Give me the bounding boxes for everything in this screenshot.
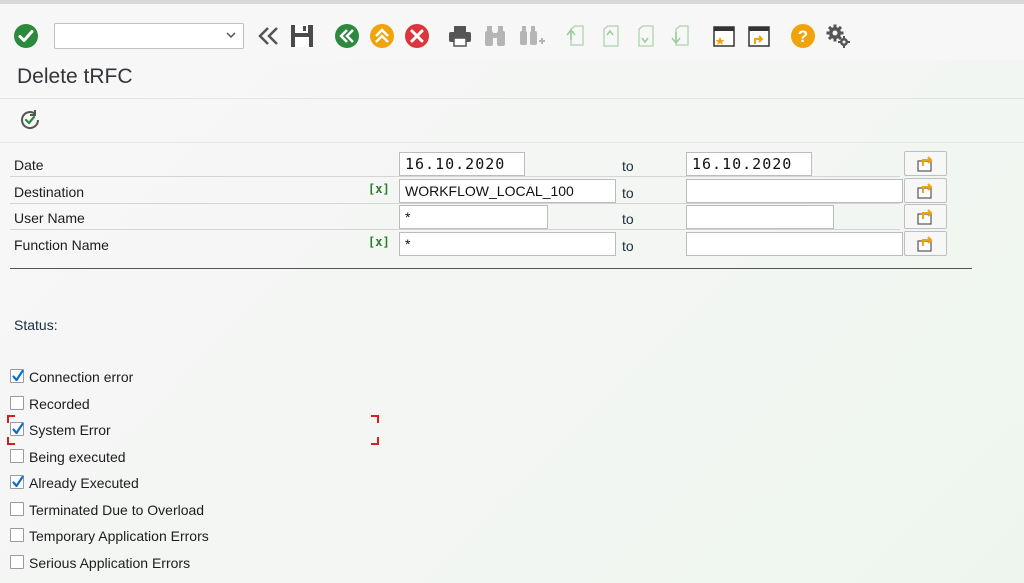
- selection-row-user-name: User Name * to: [10, 204, 972, 230]
- help-icon[interactable]: ?: [789, 22, 817, 50]
- checkbox-unchecked-icon[interactable]: [10, 501, 24, 516]
- back-double-icon[interactable]: [254, 22, 282, 50]
- find-icon[interactable]: [481, 22, 509, 50]
- first-page-icon[interactable]: [562, 22, 590, 50]
- multiple-selection-icon: [916, 155, 932, 172]
- create-session-icon[interactable]: [710, 22, 738, 50]
- execute-icon: [21, 110, 40, 129]
- multiple-selection-indicator: [x]: [368, 235, 390, 249]
- previous-page-icon[interactable]: [597, 22, 625, 50]
- multiple-selection-button[interactable]: [904, 231, 947, 256]
- multiple-selection-button[interactable]: [904, 151, 947, 176]
- checkbox-unchecked-icon[interactable]: [10, 554, 24, 569]
- command-field[interactable]: [54, 23, 244, 49]
- multiple-selection-icon: [916, 208, 932, 225]
- multiple-selection-button[interactable]: [904, 178, 947, 203]
- row-divider: [10, 176, 900, 177]
- form-divider: [0, 142, 1024, 143]
- function-name-to-input[interactable]: [686, 232, 903, 256]
- destination-to-input[interactable]: [686, 179, 903, 203]
- multiple-selection-indicator: [x]: [368, 182, 390, 196]
- checkbox-already-executed[interactable]: Already Executed: [10, 473, 310, 493]
- user-name-from-input[interactable]: *: [399, 205, 548, 229]
- checkbox-label: Serious Application Errors: [29, 554, 191, 571]
- checkbox-checked-icon[interactable]: [10, 369, 24, 383]
- to-label: to: [622, 211, 634, 227]
- last-page-icon[interactable]: [667, 22, 695, 50]
- row-divider: [10, 229, 900, 230]
- focus-marker: [371, 437, 379, 445]
- checkbox-label: Temporary Application Errors: [29, 528, 209, 544]
- user-name-to-input[interactable]: [686, 205, 834, 229]
- checkbox-connection-error[interactable]: Connection error: [10, 367, 310, 387]
- checkbox-label: Recorded: [29, 395, 90, 412]
- checkbox-terminated-due-to-overload[interactable]: Terminated Due to Overload: [10, 500, 310, 520]
- selection-row-destination: Destination [x] WORKFLOW_LOCAL_100 to: [10, 178, 972, 204]
- multiple-selection-icon: [916, 182, 932, 199]
- checkbox-unchecked-icon[interactable]: [10, 528, 24, 542]
- to-label: to: [622, 238, 634, 254]
- checkbox-label: Connection error: [29, 369, 134, 385]
- chevron-down-icon[interactable]: [225, 29, 237, 41]
- next-page-icon[interactable]: [632, 22, 660, 50]
- to-label: to: [622, 158, 634, 174]
- enter-icon[interactable]: [12, 22, 40, 50]
- checkbox-unchecked-icon[interactable]: [10, 395, 24, 410]
- multiple-selection-icon: [916, 235, 932, 252]
- date-from-input[interactable]: 16.10.2020: [399, 152, 525, 176]
- checkbox-label: System Error: [29, 422, 111, 438]
- command-input[interactable]: [59, 25, 223, 49]
- checkbox-checked-icon[interactable]: [10, 422, 24, 436]
- selection-row-function-name: Function Name [x] * to: [10, 231, 972, 257]
- focus-marker: [7, 437, 15, 445]
- find-next-icon[interactable]: [518, 22, 546, 50]
- print-icon[interactable]: [446, 22, 474, 50]
- multiple-selection-button[interactable]: [904, 204, 947, 229]
- selection-block-bottom-border: [10, 268, 972, 269]
- checkbox-serious-application-errors[interactable]: Serious Application Errors: [10, 553, 310, 573]
- selection-row-date: Date 16.10.2020 to 16.10.2020: [10, 151, 972, 177]
- save-icon[interactable]: [288, 22, 316, 50]
- checkbox-unchecked-icon[interactable]: [10, 448, 24, 463]
- function-name-from-input[interactable]: *: [399, 232, 616, 256]
- field-label: User Name: [14, 210, 85, 226]
- field-label: Function Name: [14, 237, 109, 253]
- exit-icon[interactable]: [368, 22, 396, 50]
- svg-text:?: ?: [798, 27, 808, 46]
- title-divider: [0, 98, 1024, 99]
- checkbox-system-error[interactable]: System Error: [10, 420, 310, 440]
- back-icon[interactable]: [333, 22, 361, 50]
- checkbox-label: Already Executed: [29, 475, 139, 491]
- field-label: Date: [14, 157, 44, 173]
- focus-marker: [371, 415, 379, 423]
- checkbox-checked-icon[interactable]: [10, 475, 24, 489]
- checkbox-label: Being executed: [29, 448, 126, 465]
- status-label: Status:: [14, 317, 58, 333]
- checkbox-being-executed[interactable]: Being executed: [10, 447, 310, 467]
- settings-icon[interactable]: [824, 22, 852, 50]
- to-label: to: [622, 185, 634, 201]
- checkbox-temporary-application-errors[interactable]: Temporary Application Errors: [10, 526, 310, 546]
- shortcut-icon[interactable]: [745, 22, 773, 50]
- execute-button[interactable]: [17, 107, 43, 133]
- destination-from-input[interactable]: WORKFLOW_LOCAL_100: [399, 179, 616, 203]
- page-title: Delete tRFC: [17, 65, 133, 88]
- focus-marker: [7, 415, 15, 423]
- checkbox-recorded[interactable]: Recorded: [10, 394, 310, 414]
- field-label: Destination: [14, 184, 85, 200]
- toolbar: ?: [0, 4, 1024, 60]
- date-to-input[interactable]: 16.10.2020: [686, 152, 812, 176]
- checkbox-label: Terminated Due to Overload: [29, 501, 205, 518]
- cancel-icon[interactable]: [403, 22, 431, 50]
